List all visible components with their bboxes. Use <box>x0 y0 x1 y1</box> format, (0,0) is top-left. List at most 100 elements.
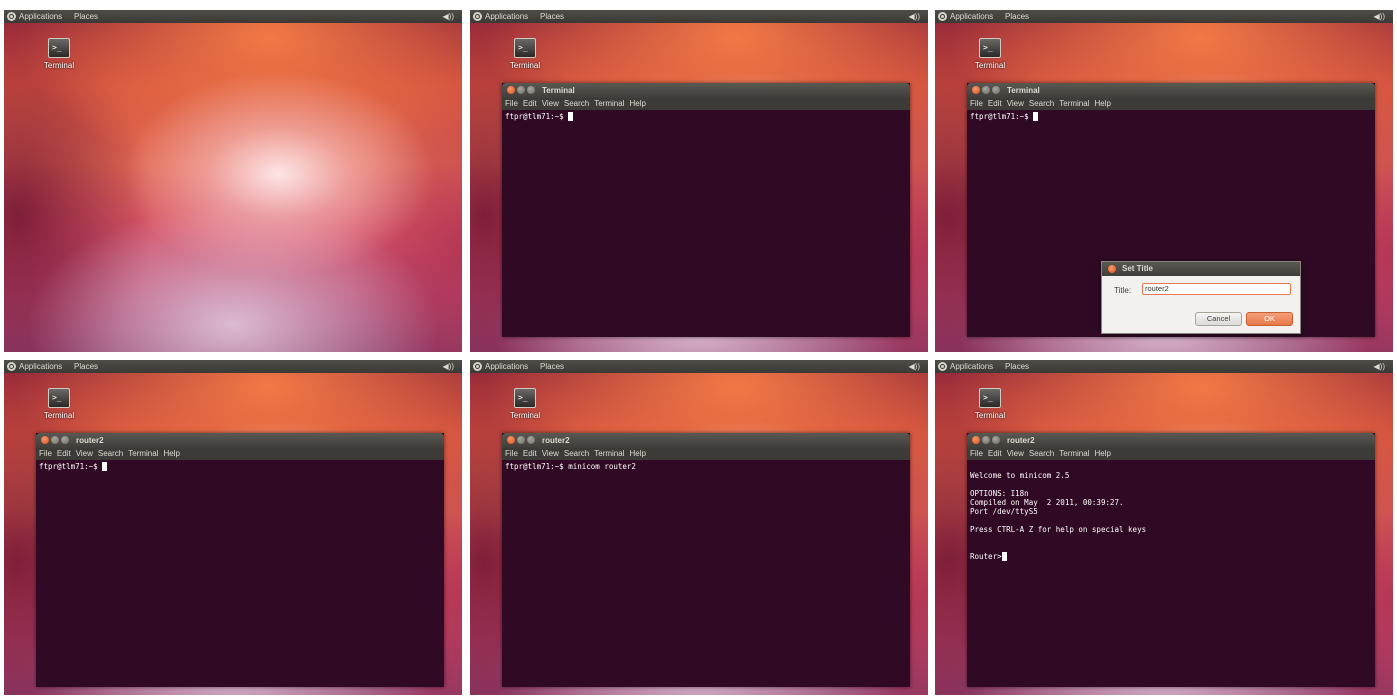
applications-menu[interactable]: Applications <box>950 360 993 373</box>
close-icon[interactable] <box>1108 265 1116 273</box>
menu-item-help[interactable]: Help <box>629 99 645 108</box>
speaker-icon[interactable]: ◀)) <box>1374 360 1385 373</box>
menu-item-view[interactable]: View <box>1007 99 1024 108</box>
menu-item-edit[interactable]: Edit <box>523 449 537 458</box>
places-menu[interactable]: Places <box>540 360 564 373</box>
places-menu[interactable]: Places <box>540 10 564 23</box>
speaker-icon[interactable]: ◀)) <box>443 10 454 23</box>
places-menu[interactable]: Places <box>74 360 98 373</box>
ubuntu-logo-icon[interactable] <box>473 12 482 21</box>
desktop-screenshot: Applications Places ◀)) >_ Terminal router2 Fi… <box>4 360 462 695</box>
menu-item-file[interactable]: File <box>505 449 518 458</box>
maximize-icon[interactable] <box>527 86 535 94</box>
ubuntu-logo-icon[interactable] <box>938 12 947 21</box>
cancel-button[interactable]: Cancel <box>1195 312 1242 326</box>
menu-item-view[interactable]: View <box>1007 449 1024 458</box>
places-menu[interactable]: Places <box>1005 10 1029 23</box>
applications-menu[interactable]: Applications <box>19 10 62 23</box>
title-input[interactable]: router2 <box>1142 283 1291 295</box>
menu-item-terminal[interactable]: Terminal <box>594 99 624 108</box>
maximize-icon[interactable] <box>527 436 535 444</box>
desktop-icon-terminal[interactable]: >_ Terminal <box>37 388 81 420</box>
text-cursor <box>568 112 574 121</box>
speaker-icon[interactable]: ◀)) <box>443 360 454 373</box>
close-icon[interactable] <box>507 436 515 444</box>
desktop-icon-terminal[interactable]: >_ Terminal <box>503 38 547 70</box>
ubuntu-logo-icon[interactable] <box>473 362 482 371</box>
menu-item-help[interactable]: Help <box>1094 99 1110 108</box>
speaker-icon[interactable]: ◀)) <box>909 360 920 373</box>
minimize-icon[interactable] <box>517 86 525 94</box>
minimize-icon[interactable] <box>982 86 990 94</box>
ubuntu-logo-icon[interactable] <box>7 12 16 21</box>
menu-item-help[interactable]: Help <box>163 449 179 458</box>
menu-item-edit[interactable]: Edit <box>523 99 537 108</box>
desktop-icon-label: Terminal <box>509 61 541 70</box>
applications-menu[interactable]: Applications <box>950 10 993 23</box>
ok-button[interactable]: OK <box>1246 312 1293 326</box>
menu-item-view[interactable]: View <box>542 449 559 458</box>
desktop-icon-terminal[interactable]: >_ Terminal <box>503 388 547 420</box>
window-titlebar[interactable]: router2 <box>36 433 444 448</box>
desktop-icon-terminal[interactable]: >_ Terminal <box>968 38 1012 70</box>
speaker-icon[interactable]: ◀)) <box>909 10 920 23</box>
menu-item-edit[interactable]: Edit <box>57 449 71 458</box>
menu-item-search[interactable]: Search <box>1029 449 1054 458</box>
menu-item-file[interactable]: File <box>970 99 983 108</box>
window-titlebar[interactable]: Terminal <box>502 83 910 98</box>
menu-item-help[interactable]: Help <box>629 449 645 458</box>
applications-menu[interactable]: Applications <box>485 10 528 23</box>
menu-item-help[interactable]: Help <box>1094 449 1110 458</box>
terminal-line: ftpr@tlm71:~$ <box>970 112 1372 121</box>
terminal-output[interactable]: Welcome to minicom 2.5 OPTIONS: I18n Compi… <box>967 460 1375 687</box>
menu-item-terminal[interactable]: Terminal <box>594 449 624 458</box>
menu-item-terminal[interactable]: Terminal <box>1059 449 1089 458</box>
applications-menu[interactable]: Applications <box>485 360 528 373</box>
menu-item-terminal[interactable]: Terminal <box>128 449 158 458</box>
text-cursor <box>1001 552 1007 561</box>
close-icon[interactable] <box>972 86 980 94</box>
terminal-output[interactable]: ftpr@tlm71:~$ <box>36 460 444 687</box>
close-icon[interactable] <box>41 436 49 444</box>
window-titlebar[interactable]: router2 <box>502 433 910 448</box>
minimize-icon[interactable] <box>982 436 990 444</box>
places-menu[interactable]: Places <box>1005 360 1029 373</box>
menu-item-file[interactable]: File <box>39 449 52 458</box>
menu-item-edit[interactable]: Edit <box>988 99 1002 108</box>
minimize-icon[interactable] <box>517 436 525 444</box>
maximize-icon[interactable] <box>61 436 69 444</box>
close-icon[interactable] <box>972 436 980 444</box>
places-menu[interactable]: Places <box>74 10 98 23</box>
window-title: router2 <box>1007 436 1035 445</box>
ubuntu-logo-icon[interactable] <box>938 362 947 371</box>
menu-item-search[interactable]: Search <box>98 449 123 458</box>
speaker-icon[interactable]: ◀)) <box>1374 10 1385 23</box>
terminal-output[interactable]: ftpr@tlm71:~$ <box>502 110 910 337</box>
menu-item-terminal[interactable]: Terminal <box>1059 99 1089 108</box>
terminal-window: Terminal File Edit View Search Terminal Help ft… <box>967 83 1375 337</box>
close-icon[interactable] <box>507 86 515 94</box>
menu-item-search[interactable]: Search <box>1029 99 1054 108</box>
top-panel: Applications Places ◀)) <box>470 10 928 23</box>
desktop-icon-terminal[interactable]: >_ Terminal <box>37 38 81 70</box>
ubuntu-logo-icon[interactable] <box>7 362 16 371</box>
desktop-icon-terminal[interactable]: >_ Terminal <box>968 388 1012 420</box>
maximize-icon[interactable] <box>992 86 1000 94</box>
window-titlebar[interactable]: router2 <box>967 433 1375 448</box>
menu-item-view[interactable]: View <box>76 449 93 458</box>
menu-item-search[interactable]: Search <box>564 99 589 108</box>
applications-menu[interactable]: Applications <box>19 360 62 373</box>
terminal-output[interactable]: ftpr@tlm71:~$ minicom router2 <box>502 460 910 687</box>
menu-item-file[interactable]: File <box>970 449 983 458</box>
menu-item-file[interactable]: File <box>505 99 518 108</box>
maximize-icon[interactable] <box>992 436 1000 444</box>
minimize-icon[interactable] <box>51 436 59 444</box>
window-titlebar[interactable]: Terminal <box>967 83 1375 98</box>
terminal-menubar: File Edit View Search Terminal Help <box>967 448 1375 460</box>
menu-item-view[interactable]: View <box>542 99 559 108</box>
terminal-line: Press CTRL-A Z for help on special keys <box>970 525 1372 534</box>
menu-item-search[interactable]: Search <box>564 449 589 458</box>
top-panel: Applications Places ◀)) <box>935 360 1393 373</box>
menu-item-edit[interactable]: Edit <box>988 449 1002 458</box>
